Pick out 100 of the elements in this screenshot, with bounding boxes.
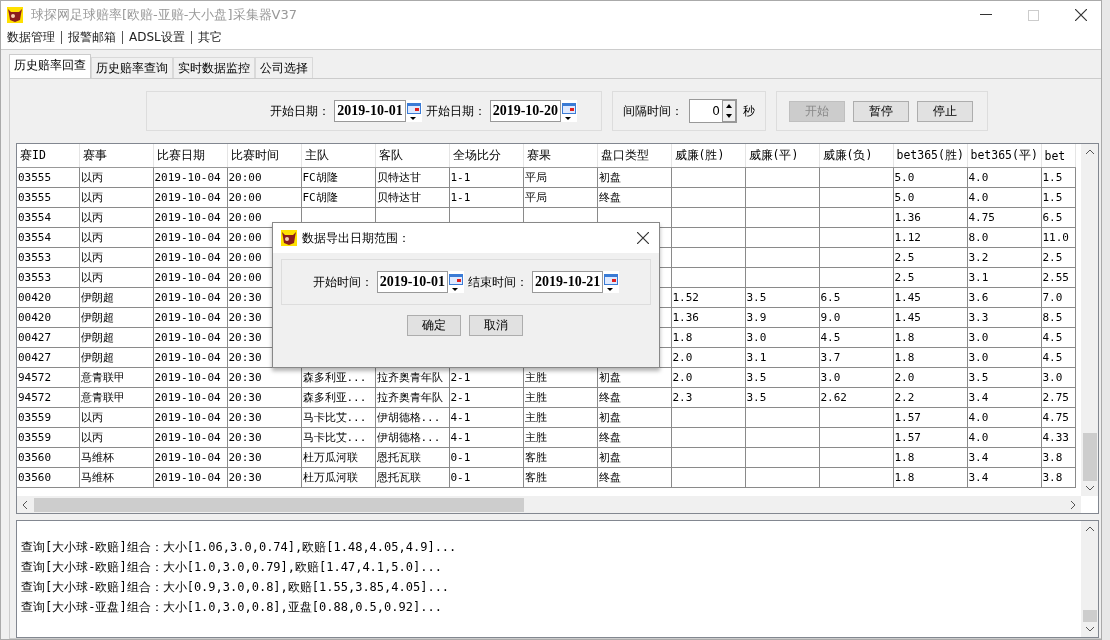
close-icon[interactable] [1075,9,1087,21]
column-header[interactable]: bet [1044,148,1066,163]
table-cell: 马卡比艾... [302,431,367,444]
tab[interactable]: 公司选择 [255,57,313,78]
column-header[interactable]: bet365(胜) [896,148,964,162]
toolbar-button[interactable]: 暂停 [853,100,909,122]
column-header[interactable]: 赛果 [526,148,551,162]
table-cell: 2-1 [450,371,471,384]
table-cell: 伊朗超 [80,311,114,324]
table-cell: 3.0 [746,331,767,344]
table-cell: 3.5 [746,371,767,384]
menu-item[interactable]: 其它 [197,28,222,46]
calendar-icon[interactable] [603,271,620,293]
vertical-scrollbar[interactable] [1081,144,1098,496]
table-cell: FC胡隆 [302,171,338,184]
table-cell: 20:00 [228,251,262,264]
close-icon[interactable] [637,232,649,244]
table-cell: 20:00 [228,231,262,244]
table-cell: 3.0 [820,371,841,384]
vertical-scrollbar[interactable] [1081,521,1098,637]
scroll-down-icon[interactable] [1084,626,1095,632]
table-cell: 1.8 [672,331,693,344]
table-cell: 20:00 [228,211,262,224]
table-cell: 11.0 [1042,231,1069,244]
toolbar-button[interactable]: 停止 [917,100,973,122]
table-cell: 2.55 [1042,271,1069,284]
dialog-button[interactable]: 确定 [407,315,461,336]
calendar-icon[interactable] [448,271,464,293]
table-cell: 伊胡德格... [376,411,441,424]
table-cell: 2019-10-04 [154,391,221,404]
scroll-thumb[interactable] [34,497,524,512]
scroll-up-icon[interactable] [1084,149,1095,155]
column-header[interactable]: 比赛日期 [156,148,205,162]
table-cell: 以丙 [80,211,103,224]
table-cell: 平局 [524,191,547,204]
table-cell: 2019-10-04 [154,171,221,184]
table-cell: 20:30 [228,291,262,304]
date-picker[interactable]: 2019-10-20 [489,100,561,122]
table-cell: 1.57 [894,411,921,424]
scroll-up-icon[interactable] [1084,526,1095,532]
scroll-right-icon[interactable] [1070,499,1076,510]
table-cell: 5.0 [894,191,915,204]
tab[interactable]: 历史赔率回查 [9,54,91,78]
dialog-button[interactable]: 取消 [469,315,523,336]
column-header[interactable]: 比赛时间 [230,148,279,162]
table-cell: 森多利亚... [302,391,367,404]
table-cell: 8.5 [1042,311,1063,324]
scroll-thumb[interactable] [1082,433,1097,481]
column-header[interactable]: 盘口类型 [600,148,649,162]
table-cell: 2019-10-04 [154,471,221,484]
table-cell: 3.5 [968,371,989,384]
menu-item[interactable]: 数据管理 [7,28,55,46]
scroll-thumb[interactable] [1082,610,1097,622]
table-cell: 3.2 [968,251,989,264]
table-cell: 平局 [524,171,547,184]
calendar-icon[interactable] [561,100,577,122]
table-cell: 1.5 [1042,191,1063,204]
column-header[interactable]: 赛事 [82,148,107,162]
column-header[interactable]: 威廉(负) [822,148,873,162]
table-cell: 3.4 [968,391,989,404]
table-cell: 3.8 [1042,471,1063,484]
table-cell: 4.0 [968,431,989,444]
table-cell: 9.0 [820,311,841,324]
menu-item[interactable]: ADSL设置 [129,28,185,46]
column-header[interactable]: 主队 [304,148,329,162]
spin-arrows-icon[interactable] [722,100,736,122]
table-cell: 1.36 [894,211,921,224]
table-cell: 伊朗超 [80,331,114,344]
table-cell: 以丙 [80,431,103,444]
table-cell: 4-1 [450,411,471,424]
table-cell: 6.5 [820,291,841,304]
menu-item[interactable]: 报警邮箱 [68,28,116,46]
column-header[interactable]: 威廉(平) [748,148,799,162]
tab[interactable]: 实时数据监控 [173,57,255,78]
column-header[interactable]: 全场比分 [452,148,501,162]
table-cell: 4.0 [968,411,989,424]
scroll-down-icon[interactable] [1084,485,1095,491]
scroll-left-icon[interactable] [22,499,28,510]
table-cell: 7.0 [1042,291,1063,304]
table-cell: 4.5 [1042,331,1063,344]
column-header[interactable]: 赛ID [20,148,46,162]
bull-icon [7,7,23,23]
table-cell: 3.3 [968,311,989,324]
table-cell: 3.1 [968,271,989,284]
column-header[interactable]: bet365(平) [970,148,1038,162]
column-header[interactable]: 客队 [378,148,403,162]
log-line: 查询[大小球-欧赔]组合：大小[1.06,3.0,0.74],欧赔[1.48,4.05,4.9]... [21,539,458,556]
table-cell: 伊朗超 [80,291,114,304]
date-picker[interactable]: 2019-10-21 [532,271,604,293]
table-cell: 20:00 [228,191,262,204]
date-picker[interactable]: 2019-10-01 [334,100,406,122]
tab[interactable]: 历史赔率查询 [91,57,173,78]
table-cell: 03553 [18,251,52,264]
date-picker[interactable]: 2019-10-01 [376,271,448,293]
table-cell: 1.36 [672,311,699,324]
horizontal-scrollbar[interactable] [17,496,1081,513]
table-cell: 3.5 [746,391,767,404]
minimize-icon[interactable] [980,14,992,16]
table-cell: 20:30 [228,391,262,404]
column-header[interactable]: 威廉(胜) [674,148,725,162]
